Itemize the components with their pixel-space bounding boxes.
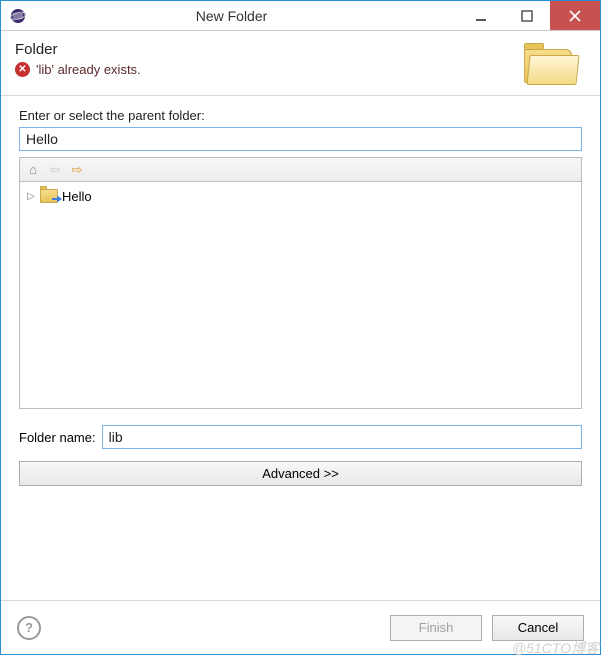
header-heading: Folder bbox=[15, 41, 141, 58]
arrow-right-icon: ⇨ bbox=[72, 162, 83, 178]
eclipse-icon bbox=[9, 7, 27, 25]
dialog-footer: ? Finish Cancel bbox=[1, 600, 600, 654]
header-text: Folder ✕ 'lib' already exists. bbox=[15, 41, 141, 77]
chevron-right-icon[interactable]: ▷ bbox=[26, 191, 36, 202]
tree-toolbar: ⌂ ⇦ ⇨ bbox=[19, 157, 582, 181]
back-button[interactable]: ⇦ bbox=[46, 161, 64, 179]
window-controls bbox=[458, 1, 600, 30]
error-message: 'lib' already exists. bbox=[36, 62, 141, 77]
parent-folder-label: Enter or select the parent folder: bbox=[19, 108, 582, 123]
folder-name-label: Folder name: bbox=[19, 430, 96, 445]
error-icon: ✕ bbox=[15, 62, 30, 77]
home-button[interactable]: ⌂ bbox=[24, 161, 42, 179]
folder-tree[interactable]: ▷ Hello bbox=[19, 181, 582, 409]
minimize-button[interactable] bbox=[458, 1, 504, 30]
dialog-window: New Folder Folder ✕ 'lib' already exists… bbox=[0, 0, 601, 655]
tree-item[interactable]: ▷ Hello bbox=[26, 186, 575, 206]
folder-open-icon bbox=[522, 43, 580, 87]
help-button[interactable]: ? bbox=[17, 616, 41, 640]
parent-folder-input[interactable] bbox=[19, 127, 582, 151]
folder-name-row: Folder name: bbox=[19, 425, 582, 449]
forward-button[interactable]: ⇨ bbox=[68, 161, 86, 179]
finish-button: Finish bbox=[390, 615, 482, 641]
tree-item-label: Hello bbox=[62, 189, 92, 204]
close-button[interactable] bbox=[550, 1, 600, 30]
cancel-button[interactable]: Cancel bbox=[492, 615, 584, 641]
error-row: ✕ 'lib' already exists. bbox=[15, 62, 141, 77]
home-icon: ⌂ bbox=[29, 162, 37, 177]
dialog-content: Enter or select the parent folder: ⌂ ⇦ ⇨… bbox=[1, 96, 600, 600]
title-bar: New Folder bbox=[1, 1, 600, 31]
maximize-button[interactable] bbox=[504, 1, 550, 30]
arrow-left-icon: ⇦ bbox=[50, 162, 61, 178]
help-icon: ? bbox=[25, 620, 33, 635]
advanced-button[interactable]: Advanced >> bbox=[19, 461, 582, 486]
folder-name-input[interactable] bbox=[102, 425, 582, 449]
dialog-header: Folder ✕ 'lib' already exists. bbox=[1, 31, 600, 95]
project-folder-icon bbox=[40, 189, 58, 203]
window-title: New Folder bbox=[35, 8, 458, 24]
